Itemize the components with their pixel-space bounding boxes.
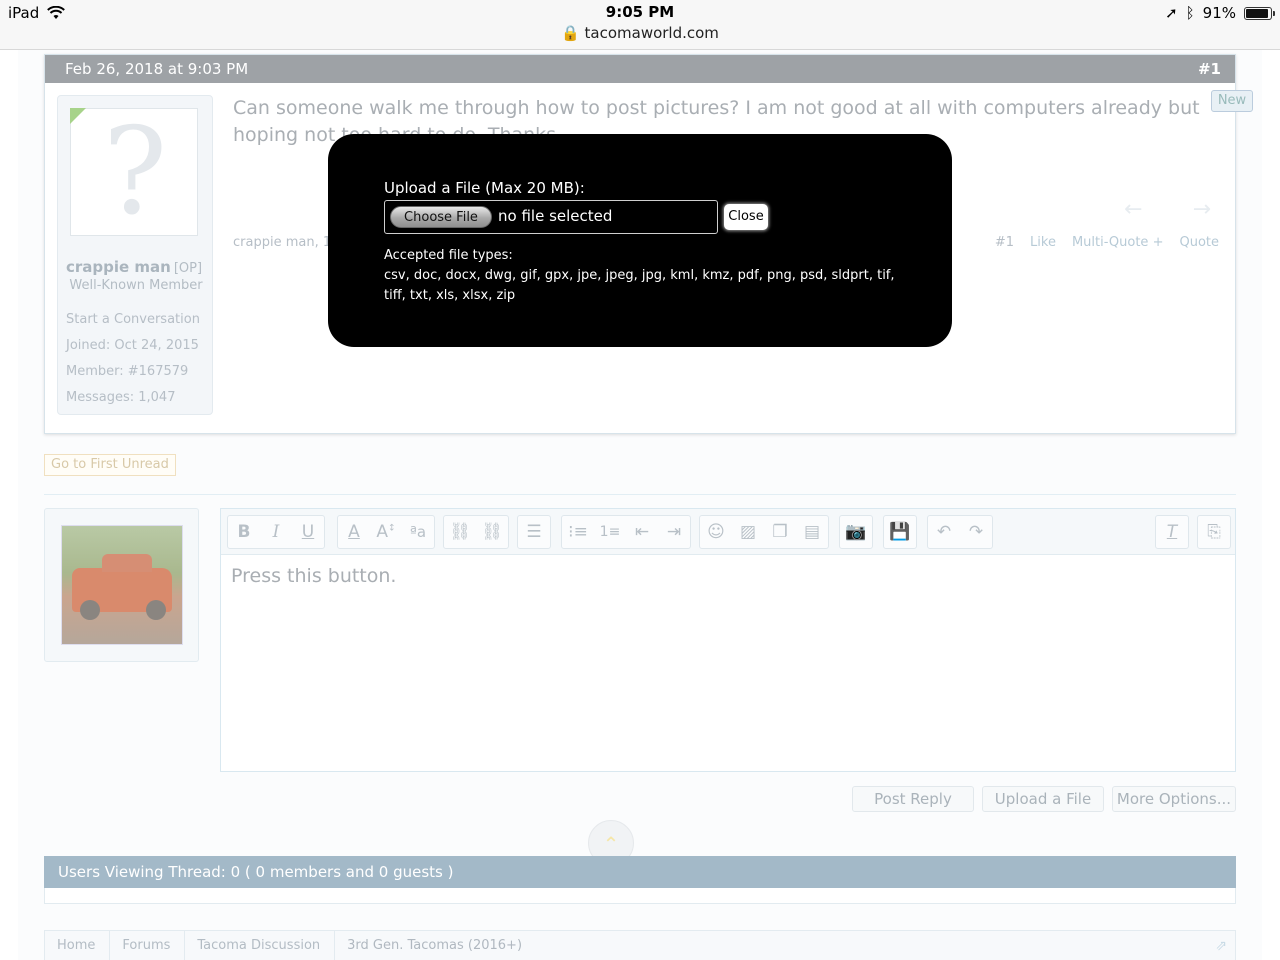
external-link-icon[interactable]: ⇗: [1215, 938, 1227, 954]
my-avatar[interactable]: [44, 508, 199, 662]
location-icon: ➚: [1165, 4, 1178, 22]
outdent-icon[interactable]: ⇤: [626, 522, 658, 542]
bullet-list-icon[interactable]: ⁝≡: [562, 522, 594, 542]
font-color-icon[interactable]: A: [338, 522, 370, 542]
italic-icon[interactable]: I: [260, 522, 292, 542]
upload-dialog-title: Upload a File (Max 20 MB):: [384, 179, 585, 197]
toolbar-group-bbcode: ⎘: [1197, 515, 1231, 549]
toolbar-group-history: ↶ ↷: [927, 515, 993, 549]
default-avatar-icon: ?: [102, 103, 168, 242]
accepted-label: Accepted file types:: [384, 248, 513, 263]
remove-format-icon[interactable]: T: [1156, 522, 1188, 542]
users-viewing-body: [44, 888, 1236, 904]
clock: 9:05 PM: [605, 3, 675, 21]
close-button[interactable]: Close: [724, 204, 768, 230]
post-actions: #1 Like Multi-Quote + Quote: [995, 235, 1219, 250]
divider: [44, 494, 1236, 495]
post-date: Feb 26, 2018 at 9:03 PM: [65, 60, 249, 78]
multi-quote-link[interactable]: Multi-Quote +: [1072, 235, 1164, 250]
toolbar-group-format: T: [1155, 515, 1189, 549]
member-number: Member: #167579: [66, 364, 189, 379]
post-number[interactable]: #1: [1198, 60, 1221, 78]
choose-file-button[interactable]: Choose File: [390, 206, 492, 228]
user-card: ? crappie man [OP] Well-Known Member Star…: [57, 95, 213, 415]
post-header: Feb 26, 2018 at 9:03 PM #1: [45, 55, 1235, 83]
chevron-up-icon: ⌃: [602, 832, 620, 856]
arrow-left-icon[interactable]: ←: [1124, 197, 1142, 222]
battery-icon: [1244, 6, 1275, 20]
upload-file-dialog: Upload a File (Max 20 MB): Choose File n…: [328, 134, 952, 347]
users-viewing-header: Users Viewing Thread: 0 ( 0 members and …: [44, 856, 1236, 888]
op-tag: [OP]: [173, 261, 203, 276]
avatar[interactable]: ?: [70, 103, 198, 242]
toggle-bbcode-icon[interactable]: ⎘: [1198, 522, 1230, 542]
accepted-list: csv, doc, docx, dwg, gif, gpx, jpe, jpeg…: [384, 268, 895, 303]
avatar-image: [61, 525, 183, 645]
reply-editor[interactable]: B I U A A↕ ªa ⛓ ⛓ ☰ ⁝≡ 1≡ ⇤ ⇥ ☺ ▨ ❐ ▤ 📷 …: [220, 508, 1236, 772]
user-title: Well-Known Member: [69, 278, 203, 293]
font-size-icon[interactable]: A↕: [370, 522, 402, 542]
media-icon[interactable]: ❐: [764, 522, 796, 542]
underline-icon[interactable]: U: [292, 522, 324, 542]
start-conversation-link[interactable]: Start a Conversation: [66, 312, 200, 327]
more-options-button[interactable]: More Options...: [1112, 786, 1236, 812]
username[interactable]: crappie man [OP]: [66, 258, 202, 276]
quote-link[interactable]: Quote: [1179, 235, 1219, 250]
go-to-first-unread-button[interactable]: Go to First Unread: [44, 454, 176, 476]
editor-content[interactable]: Press this button.: [231, 565, 396, 587]
file-input[interactable]: Choose File no file selected: [384, 200, 718, 234]
lock-icon: 🔒: [561, 24, 580, 42]
redo-icon[interactable]: ↷: [960, 522, 992, 542]
file-status-text: no file selected: [498, 207, 613, 225]
url-text: tacomaworld.com: [584, 24, 719, 42]
post-permalink[interactable]: #1: [995, 235, 1014, 250]
align-icon[interactable]: ☰: [518, 522, 550, 542]
toolbar-group-draft: 💾: [883, 515, 917, 549]
battery-percent: 91%: [1202, 4, 1236, 22]
post-reply-button[interactable]: Post Reply: [852, 786, 974, 812]
upload-file-button[interactable]: Upload a File: [982, 786, 1104, 812]
status-bar: iPad 9:05 PM 🔒 tacomaworld.com ➚ ᛒ 91%: [0, 0, 1280, 50]
breadcrumb: Home Forums Tacoma Discussion 3rd Gen. T…: [44, 930, 1236, 960]
indent-icon[interactable]: ⇥: [658, 522, 690, 542]
post-meta[interactable]: crappie man, 1: [233, 235, 331, 250]
arrow-right-icon[interactable]: →: [1193, 197, 1211, 222]
unlink-icon[interactable]: ⛓: [476, 522, 508, 542]
editor-toolbar: B I U A A↕ ªa ⛓ ⛓ ☰ ⁝≡ 1≡ ⇤ ⇥ ☺ ▨ ❐ ▤ 📷 …: [221, 509, 1235, 555]
code-icon[interactable]: ▤: [796, 522, 828, 542]
message-count: Messages: 1,047: [66, 390, 176, 405]
post-nav-arrows: ← →: [1124, 197, 1211, 222]
camera-icon[interactable]: 📷: [840, 522, 872, 542]
toolbar-group-font: A A↕ ªa: [337, 515, 435, 549]
save-draft-icon[interactable]: 💾: [884, 522, 916, 542]
breadcrumb-home[interactable]: Home: [45, 930, 111, 960]
breadcrumb-tacoma-discussion[interactable]: Tacoma Discussion: [185, 930, 336, 960]
accepted-file-types: Accepted file types: csv, doc, docx, dwg…: [384, 246, 904, 306]
address-bar[interactable]: 🔒 tacomaworld.com: [0, 24, 1280, 42]
bold-icon[interactable]: B: [228, 522, 260, 542]
breadcrumb-3rd-gen[interactable]: 3rd Gen. Tacomas (2016+): [335, 931, 536, 960]
undo-icon[interactable]: ↶: [928, 522, 960, 542]
breadcrumb-forums[interactable]: Forums: [110, 930, 186, 960]
toolbar-group-camera: 📷: [839, 515, 873, 549]
image-icon[interactable]: ▨: [732, 522, 764, 542]
like-link[interactable]: Like: [1030, 235, 1056, 250]
toolbar-group-text: B I U: [227, 515, 325, 549]
new-badge: New: [1211, 90, 1253, 112]
font-family-icon[interactable]: ªa: [402, 523, 434, 541]
toolbar-group-insert: ☺ ▨ ❐ ▤: [699, 515, 829, 549]
toolbar-group-link: ⛓ ⛓: [443, 515, 509, 549]
toolbar-group-align: ☰: [517, 515, 551, 549]
toolbar-group-lists: ⁝≡ 1≡ ⇤ ⇥: [561, 515, 691, 549]
numbered-list-icon[interactable]: 1≡: [594, 524, 626, 540]
status-right: ➚ ᛒ 91%: [1165, 4, 1275, 22]
link-icon[interactable]: ⛓: [444, 522, 476, 542]
joined-date: Joined: Oct 24, 2015: [66, 338, 199, 353]
smilie-icon[interactable]: ☺: [700, 522, 732, 542]
bluetooth-icon: ᛒ: [1185, 4, 1195, 22]
